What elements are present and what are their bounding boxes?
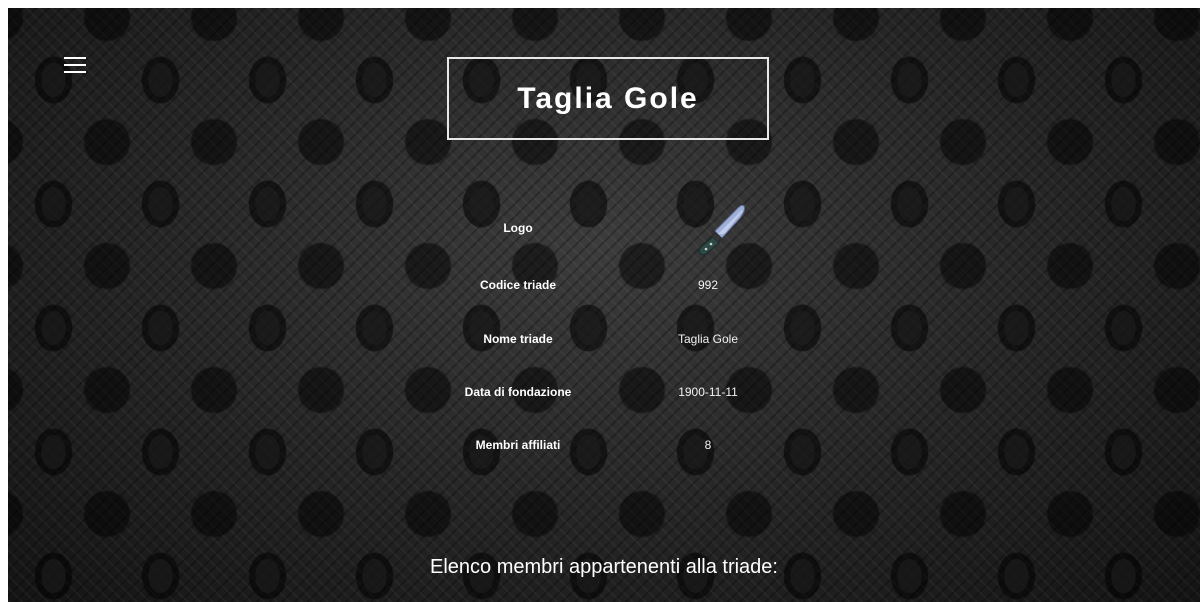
- detail-label-logo: Logo: [503, 221, 533, 235]
- knife-icon: [698, 204, 745, 256]
- page-background: Taglia Gole Logo Codice triade 992 Nome …: [8, 8, 1200, 602]
- members-section-heading: Elenco membri appartenenti alla triade:: [430, 556, 778, 578]
- detail-row: Codice triade 992: [428, 265, 788, 305]
- detail-value: 8: [704, 438, 712, 452]
- detail-label: Membri affiliati: [475, 438, 561, 452]
- detail-label: Data di fondazione: [464, 385, 572, 399]
- detail-label: Codice triade: [479, 278, 557, 292]
- page-title: Taglia Gole: [517, 81, 699, 115]
- detail-row: Nome triade Taglia Gole: [428, 319, 788, 359]
- detail-value: Taglia Gole: [677, 332, 739, 346]
- detail-label: Nome triade: [483, 332, 553, 346]
- detail-value: 992: [697, 278, 719, 292]
- detail-row: Membri affiliati 8: [428, 425, 788, 465]
- detail-row-logo: Logo: [428, 196, 788, 260]
- detail-value: 1900-11-11: [678, 385, 738, 399]
- hamburger-menu-icon[interactable]: [64, 56, 86, 74]
- detail-row: Data di fondazione 1900-11-11: [428, 372, 788, 412]
- page-title-box: Taglia Gole: [447, 57, 769, 140]
